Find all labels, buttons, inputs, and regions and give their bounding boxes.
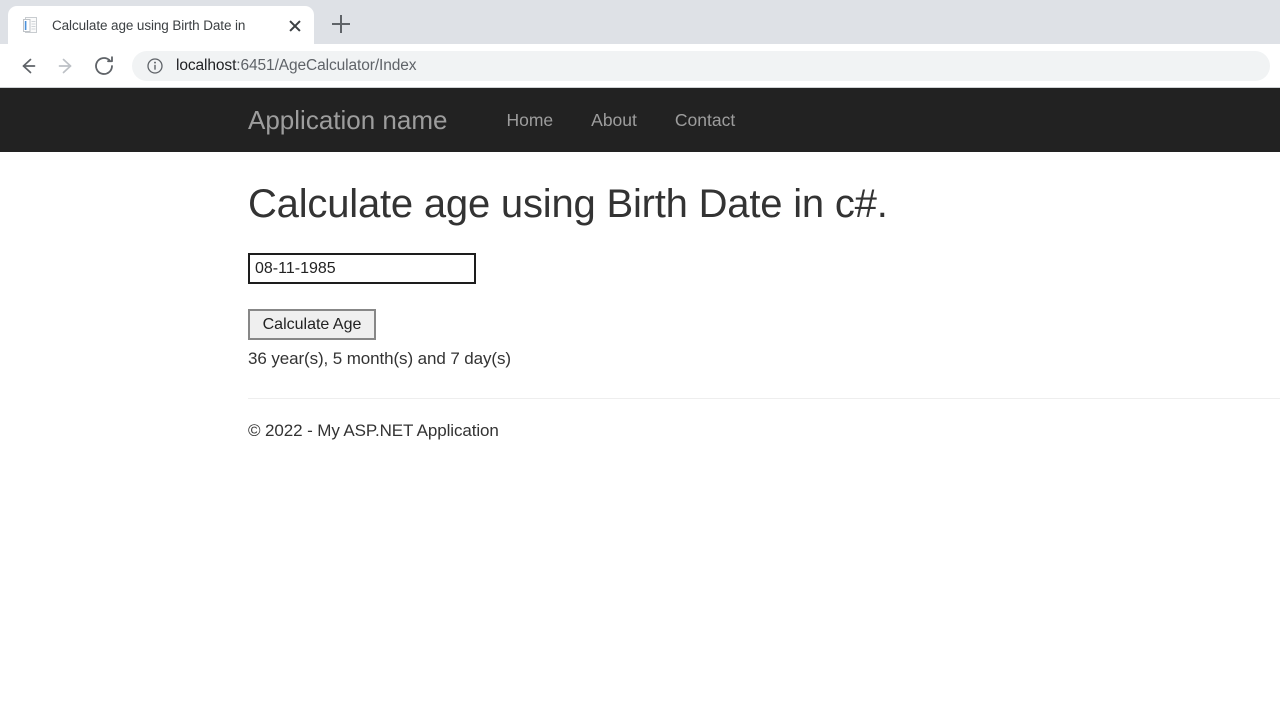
address-bar-text: localhost:6451/AgeCalculator/Index <box>176 56 417 75</box>
document-favicon <box>22 16 40 34</box>
page-title: Calculate age using Birth Date in c#. <box>248 182 888 226</box>
tab-strip: Calculate age using Birth Date in <box>0 0 1280 44</box>
reload-icon[interactable] <box>86 48 122 84</box>
browser-tab[interactable]: Calculate age using Birth Date in <box>8 6 314 44</box>
browser-toolbar: localhost:6451/AgeCalculator/Index <box>0 44 1280 88</box>
footer-copyright: © 2022 - My ASP.NET Application <box>248 421 499 440</box>
site-info-icon[interactable] <box>146 57 164 75</box>
tab-title: Calculate age using Birth Date in <box>52 17 246 33</box>
browser-window: Calculate age using Birth Date in localh… <box>0 0 1280 720</box>
birth-date-input[interactable] <box>248 253 476 284</box>
nav-link-home[interactable]: Home <box>487 110 572 131</box>
navbar-links: Home About Contact <box>487 110 754 131</box>
url-path: :6451/AgeCalculator/Index <box>236 56 417 74</box>
site-navbar: Application name Home About Contact <box>0 88 1280 152</box>
nav-link-contact[interactable]: Contact <box>656 110 754 131</box>
address-bar[interactable]: localhost:6451/AgeCalculator/Index <box>132 50 1270 81</box>
navbar-brand[interactable]: Application name <box>248 105 447 136</box>
forward-icon <box>48 48 84 84</box>
age-result-text: 36 year(s), 5 month(s) and 7 day(s) <box>248 349 511 368</box>
calculate-age-button[interactable]: Calculate Age <box>248 309 376 340</box>
main-container: Calculate age using Birth Date in c#. Ca… <box>0 152 1280 441</box>
nav-link-about[interactable]: About <box>572 110 656 131</box>
footer-divider <box>248 398 1280 399</box>
back-icon[interactable] <box>10 48 46 84</box>
new-tab-button[interactable] <box>324 7 358 41</box>
url-host: localhost <box>176 56 237 74</box>
page-content: Application name Home About Contact Calc… <box>0 88 1280 720</box>
close-icon[interactable] <box>284 14 306 36</box>
